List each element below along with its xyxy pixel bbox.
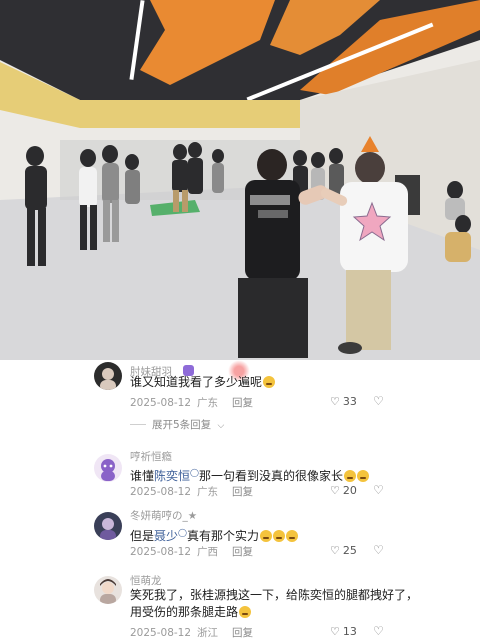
- search-icon: ◯: [190, 468, 199, 477]
- emoji-icon: [344, 470, 356, 482]
- dance-studio-scene: [0, 0, 480, 360]
- expand-replies-label: 展开5条回复: [152, 419, 212, 431]
- chevron-down-icon: ⌵: [217, 421, 225, 431]
- mention-link[interactable]: 陈奕恒: [154, 469, 190, 483]
- broken-heart-icon[interactable]: ♡: [373, 543, 384, 557]
- divider-line: [130, 424, 146, 425]
- heart-outline-icon: ♡: [330, 544, 340, 557]
- comment-username[interactable]: 恒萌龙: [130, 573, 162, 588]
- emoji-icon: [357, 470, 369, 482]
- heart-outline-icon: ♡: [330, 395, 340, 408]
- comment-text: 笑死我了，张桂源拽这一下，给陈奕恒的腿都拽好了，用受伤的那条腿走路: [130, 588, 419, 619]
- comment-date: 2025-08-12: [130, 627, 192, 639]
- comment-meta: 2025-08-12 广东 回复: [130, 484, 259, 499]
- comment-date: 2025-08-12: [130, 397, 192, 409]
- avatar-image: [100, 368, 116, 390]
- comment-text: 但是聂少◯真有那个实力: [130, 524, 298, 545]
- avatar-image: [101, 459, 115, 481]
- reply-button[interactable]: 回复: [232, 627, 253, 639]
- search-icon: ◯: [178, 528, 187, 537]
- heart-outline-icon: ♡: [330, 484, 340, 497]
- comment-meta: 2025-08-12 广东 回复: [130, 395, 259, 410]
- broken-heart-icon[interactable]: ♡: [373, 624, 384, 638]
- like-count: 33: [342, 395, 357, 408]
- comment-date: 2025-08-12: [130, 486, 192, 498]
- emoji-icon: [286, 530, 298, 542]
- expand-replies-button[interactable]: 展开5条回复 ⌵: [152, 417, 224, 432]
- comment-username[interactable]: 哼祈恒瘾: [130, 449, 172, 464]
- emoji-icon: [273, 530, 285, 542]
- comment-meta: 2025-08-12 广西 回复: [130, 544, 259, 559]
- emoji-icon: [260, 530, 272, 542]
- emoji-icon: [239, 606, 252, 618]
- comment-meta: 2025-08-12 浙江 回复: [130, 625, 259, 640]
- like-count: 20: [342, 484, 357, 497]
- like-button[interactable]: ♡ 13: [330, 625, 357, 638]
- like-count: 25: [342, 544, 357, 557]
- comment-date: 2025-08-12: [130, 546, 192, 558]
- comment-location: 浙江: [197, 627, 219, 639]
- comment-text: 谁懂陈奕恒◯那一句看到没真的很像家长: [130, 464, 369, 485]
- reply-button[interactable]: 回复: [232, 546, 253, 558]
- avatar-image: [100, 518, 116, 540]
- user-avatar[interactable]: [94, 576, 122, 604]
- comment-location: 广东: [197, 397, 219, 409]
- comment-location: 广东: [197, 486, 219, 498]
- comment-username[interactable]: 冬妍萌哼の_★: [130, 508, 197, 523]
- like-button[interactable]: ♡ 33: [330, 395, 357, 408]
- like-button[interactable]: ♡ 25: [330, 544, 357, 557]
- user-avatar[interactable]: [94, 362, 122, 390]
- like-button[interactable]: ♡ 20: [330, 484, 357, 497]
- mention-link[interactable]: 聂少: [154, 529, 178, 543]
- user-avatar[interactable]: [94, 454, 122, 482]
- avatar-image: [100, 579, 116, 604]
- emoji-icon: [263, 376, 276, 388]
- user-avatar[interactable]: [94, 512, 122, 540]
- comment-text: 谁又知道我看了多少遍呢: [130, 374, 276, 391]
- heart-outline-icon: ♡: [330, 625, 340, 638]
- reply-button[interactable]: 回复: [232, 397, 253, 409]
- like-count: 13: [342, 625, 357, 638]
- comment-location: 广西: [197, 546, 219, 558]
- video-frame[interactable]: [0, 0, 480, 360]
- reply-button[interactable]: 回复: [232, 486, 253, 498]
- broken-heart-icon[interactable]: ♡: [373, 483, 384, 497]
- broken-heart-icon[interactable]: ♡: [373, 394, 384, 408]
